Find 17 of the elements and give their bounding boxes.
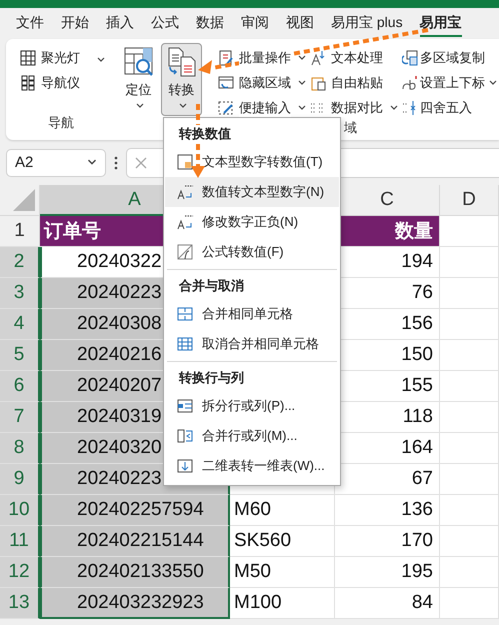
table-cell: 202403232923 — [40, 588, 230, 619]
table-cell: M60 — [230, 495, 335, 526]
table-cell: 202402215144 — [40, 526, 230, 557]
menu-section-title: 转换行与列 — [179, 368, 244, 386]
table-cell: 195 — [335, 557, 440, 588]
menu-section-title: 转换数值 — [179, 124, 231, 142]
table-cell: 136 — [335, 495, 440, 526]
table-cell: 170 — [335, 526, 440, 557]
group-label: 域 — [344, 120, 357, 135]
table-cell: M50 — [230, 557, 335, 588]
table-cell: SK560 — [230, 526, 335, 557]
table-cell: 202402133550 — [40, 557, 230, 588]
menu-section-title: 合并与取消 — [179, 276, 244, 294]
table-cell: 84 — [335, 588, 440, 619]
table-cell: 202402257594 — [40, 495, 230, 526]
group-label: 导航 — [47, 114, 75, 132]
table-cell: M100 — [230, 588, 335, 619]
